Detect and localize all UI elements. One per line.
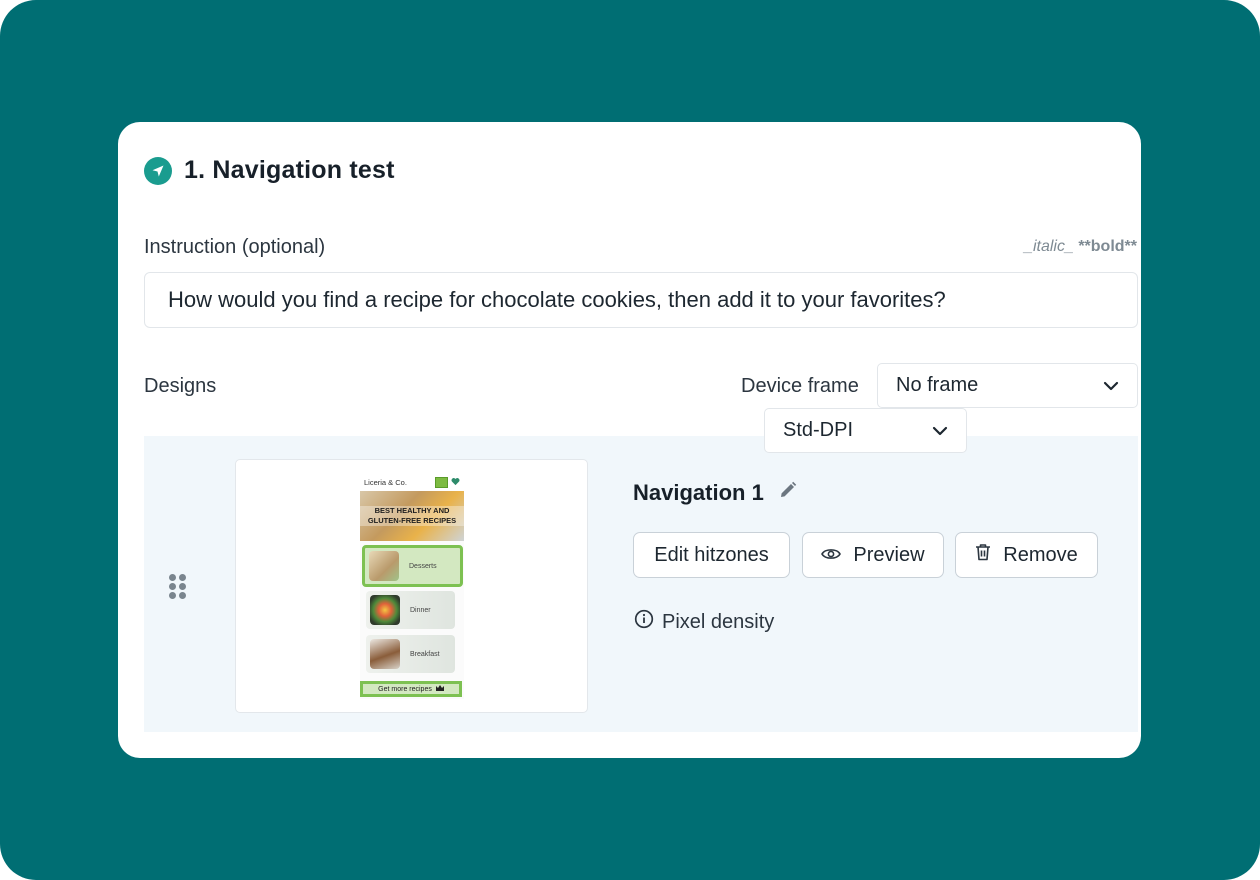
mockup-hero: BEST HEALTHY AND GLUTEN-FREE RECIPES	[360, 491, 464, 541]
designs-label: Designs	[144, 375, 217, 397]
dinner-image	[370, 595, 400, 625]
test-header: 1. Navigation test	[144, 156, 395, 185]
device-frame-value: No frame	[896, 374, 979, 396]
device-frame-select[interactable]: No frame	[877, 363, 1138, 408]
mockup-hero-text: BEST HEALTHY AND GLUTEN-FREE RECIPES	[360, 506, 464, 526]
design-name: Navigation 1	[633, 480, 798, 506]
mockup-brand: Liceria & Co.	[364, 477, 407, 487]
test-title: 1. Navigation test	[184, 156, 395, 184]
instruction-input[interactable]: How would you find a recipe for chocolat…	[144, 272, 1138, 328]
crown-icon	[435, 685, 444, 693]
info-icon[interactable]	[634, 609, 654, 635]
remove-button[interactable]: Remove	[955, 532, 1098, 578]
pencil-icon[interactable]	[778, 480, 798, 506]
mockup-hitzone-icon	[435, 476, 448, 488]
design-row: Liceria & Co. BEST HEALTHY AND GLUTEN-FR…	[144, 436, 1138, 732]
navigation-arrow-icon	[144, 156, 172, 185]
format-hint: _italic_ **bold**	[1024, 238, 1137, 256]
mockup-cta: Get more recipes	[360, 681, 462, 697]
mockup-category-label: Dinner	[410, 606, 431, 614]
design-thumbnail[interactable]: Liceria & Co. BEST HEALTHY AND GLUTEN-FR…	[235, 459, 588, 713]
format-hint-italic: _italic_	[1024, 238, 1074, 255]
trash-icon	[975, 543, 991, 567]
edit-hitzones-button[interactable]: Edit hitzones	[633, 532, 790, 578]
pixel-density-value: Std-DPI	[783, 419, 854, 441]
preview-button[interactable]: Preview	[802, 532, 944, 578]
pixel-density-label: Pixel density	[634, 609, 774, 635]
phone-mockup: Liceria & Co. BEST HEALTHY AND GLUTEN-FR…	[360, 473, 464, 699]
mockup-category-breakfast: Breakfast	[366, 635, 455, 673]
breakfast-image	[370, 639, 400, 669]
mockup-category-desserts: Desserts	[362, 545, 463, 587]
dessert-image	[369, 551, 399, 581]
pixel-density-text: Pixel density	[662, 610, 775, 633]
heart-icon	[451, 473, 460, 491]
mockup-topbar: Liceria & Co.	[360, 473, 464, 491]
eye-icon	[821, 544, 842, 567]
drag-handle-icon[interactable]	[169, 574, 189, 602]
mockup-category-label: Desserts	[409, 562, 437, 570]
test-card: 1. Navigation test Instruction (optional…	[118, 122, 1141, 758]
instruction-input-value: How would you find a recipe for chocolat…	[168, 287, 946, 312]
mockup-category-label: Breakfast	[410, 650, 440, 658]
device-frame-label: Device frame	[741, 375, 859, 397]
instruction-label: Instruction (optional)	[144, 236, 326, 258]
pixel-density-select[interactable]: Std-DPI	[764, 408, 967, 453]
chevron-down-icon	[1103, 374, 1119, 397]
format-hint-bold: **bold**	[1078, 238, 1137, 255]
design-name-text: Navigation 1	[633, 480, 764, 505]
mockup-category-dinner: Dinner	[366, 591, 455, 629]
chevron-down-icon	[932, 419, 948, 442]
